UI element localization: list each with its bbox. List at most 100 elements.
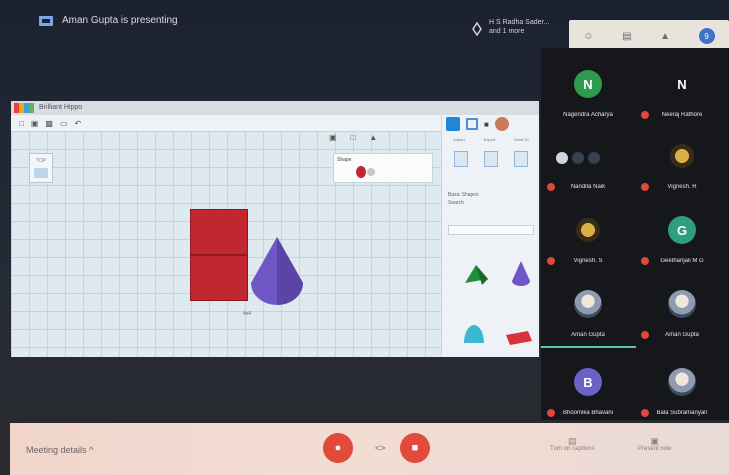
participant-tile[interactable]: N Neeraj Rathore	[635, 60, 729, 128]
avatar	[668, 290, 696, 318]
notes-icon[interactable]	[514, 151, 528, 167]
presenter-sub: and 1 more	[489, 28, 525, 35]
speaking-indicator	[541, 346, 636, 348]
grid-view-button[interactable]	[446, 117, 460, 131]
shapes-panel: ■ Import Export Send To Basic Shapes Sea…	[441, 115, 539, 357]
avatar: N	[574, 70, 602, 98]
view-cube[interactable]: TOP	[29, 153, 53, 183]
chevron-up-icon: ^	[89, 445, 94, 455]
panel-header: ■	[446, 115, 536, 133]
participant-tile[interactable]: Nandita Naik	[541, 132, 635, 200]
participant-name: Nandita Naik	[570, 184, 606, 190]
pin-icon[interactable]	[470, 22, 484, 36]
copy-icon[interactable]: □	[19, 119, 24, 128]
tinkercad-logo	[14, 103, 34, 113]
mirror-icon[interactable]: ▲	[369, 133, 391, 142]
red-box-shape-bottom[interactable]	[190, 255, 248, 301]
camera-off-button[interactable]: ■	[400, 433, 430, 463]
participant-name: Aman Gupta	[665, 332, 699, 338]
solid-color-swatch[interactable]	[356, 166, 366, 178]
participant-count-badge[interactable]: 9	[698, 28, 715, 44]
red-box-shape-top[interactable]	[190, 209, 248, 255]
roof-shape-thumb[interactable]	[462, 261, 490, 287]
avatar	[574, 216, 602, 244]
top-bar: Aman Gupta is presenting H S Radha Sader…	[0, 0, 729, 52]
bricks-icon[interactable]: ■	[484, 120, 489, 129]
participant-name: Vignesh. S	[573, 258, 603, 264]
paste-icon[interactable]: ▣	[31, 119, 39, 128]
halfsphere-shape-thumb[interactable]	[460, 321, 488, 347]
chat-icon[interactable]: ▤	[622, 31, 631, 42]
avatar: B	[574, 368, 602, 396]
undo-icon[interactable]: ↶	[75, 119, 82, 128]
delete-icon[interactable]: ▭	[60, 119, 68, 128]
tinkercad-title-bar: Brilliant Hippo	[11, 101, 539, 115]
blocks-icon[interactable]	[466, 118, 478, 130]
activities-icon[interactable]: ▲	[660, 31, 670, 42]
captions-button[interactable]: ▤ Turn on captions	[550, 437, 594, 453]
participant-options[interactable]	[556, 152, 600, 164]
shared-screen: Brilliant Hippo □ ▣ ▩ ▭ ↶ TOP ▣□▲ 4x4 Sh…	[11, 101, 539, 357]
participant-name: Aman Gupta	[571, 332, 605, 338]
meeting-details-label: Meeting details	[26, 445, 87, 455]
ruler-icon[interactable]	[484, 151, 498, 167]
captions-icon: ▤	[567, 436, 577, 446]
hole-swatch[interactable]	[367, 168, 375, 176]
presenting-label: Aman Gupta is presenting	[62, 15, 178, 26]
panel-sub: Basic Shapes Search	[448, 191, 479, 207]
cone-shape-thumb[interactable]	[510, 259, 532, 287]
workplane-grid[interactable]: TOP ▣□▲ 4x4 Shape	[11, 131, 441, 357]
participant-tile[interactable]: G Geethanjali M G	[635, 206, 729, 274]
avatar	[574, 290, 602, 318]
meet-screen: Aman Gupta is presenting H S Radha Sader…	[0, 0, 729, 475]
people-icon[interactable]: ☺	[583, 31, 593, 42]
design-title: Brilliant Hippo	[39, 104, 83, 111]
box-shape-thumb[interactable]	[504, 327, 534, 349]
participant-name: Bhoomika Bhavani	[562, 410, 614, 416]
mic-off-button[interactable]: ●	[323, 433, 353, 463]
mute-icon[interactable]	[572, 152, 584, 164]
meeting-details-button[interactable]: Meeting details ^	[26, 445, 93, 455]
align-icon[interactable]: □	[351, 133, 370, 142]
duplicate-icon[interactable]: ▩	[45, 119, 53, 128]
cone-shape[interactable]	[247, 235, 307, 311]
avatar	[668, 142, 696, 170]
pin-icon[interactable]	[556, 152, 568, 164]
sendto-label[interactable]: Send To	[514, 137, 529, 142]
participant-tile[interactable]: Vignesh. S	[541, 206, 635, 274]
participant-name: Bala Subramanyan	[656, 410, 708, 416]
panel-icon-row	[446, 151, 536, 167]
search-label[interactable]: Search	[448, 199, 479, 207]
workplane-icon[interactable]	[454, 151, 468, 167]
participant-name: Vignesh. R	[667, 184, 697, 190]
avatar: G	[668, 216, 696, 244]
expand-icon[interactable]: <>	[375, 443, 386, 453]
avatar: N	[668, 70, 696, 98]
remove-icon[interactable]	[588, 152, 600, 164]
shape-inspector: Shape	[333, 153, 433, 183]
avatar	[668, 368, 696, 396]
participant-tile[interactable]: B Bhoomika Bhavani	[541, 358, 635, 426]
participant-tile[interactable]: Aman Gupta	[635, 280, 729, 348]
present-now-button[interactable]: ▣ Present now	[638, 437, 671, 453]
category-label[interactable]: Basic Shapes	[448, 191, 479, 199]
participant-name: Nagendra Acharya	[563, 112, 613, 118]
shape-panel-title: Shape	[337, 157, 352, 163]
export-label[interactable]: Export	[484, 137, 496, 142]
participant-tile[interactable]: N Nagendra Acharya	[541, 60, 635, 128]
edit-toolbar: □ ▣ ▩ ▭ ↶	[11, 115, 441, 131]
search-input[interactable]	[448, 225, 534, 235]
panel-labels: Import Export Send To	[444, 137, 538, 142]
group-icon[interactable]: ▣	[329, 133, 351, 142]
presentation-icon	[39, 16, 53, 26]
avatar[interactable]	[494, 117, 509, 131]
camera-off-icon: ■	[411, 442, 419, 454]
participant-name: Neeraj Rathore	[661, 112, 703, 118]
present-icon: ▣	[650, 436, 659, 446]
import-label[interactable]: Import	[453, 137, 464, 142]
mic-off-icon: ●	[334, 442, 342, 454]
participant-tile[interactable]: Aman Gupta	[541, 280, 635, 348]
participant-tile[interactable]: Bala Subramanyan	[635, 358, 729, 426]
participant-name: Geethanjali M G	[660, 258, 704, 264]
participant-tile[interactable]: Vignesh. R	[635, 132, 729, 200]
